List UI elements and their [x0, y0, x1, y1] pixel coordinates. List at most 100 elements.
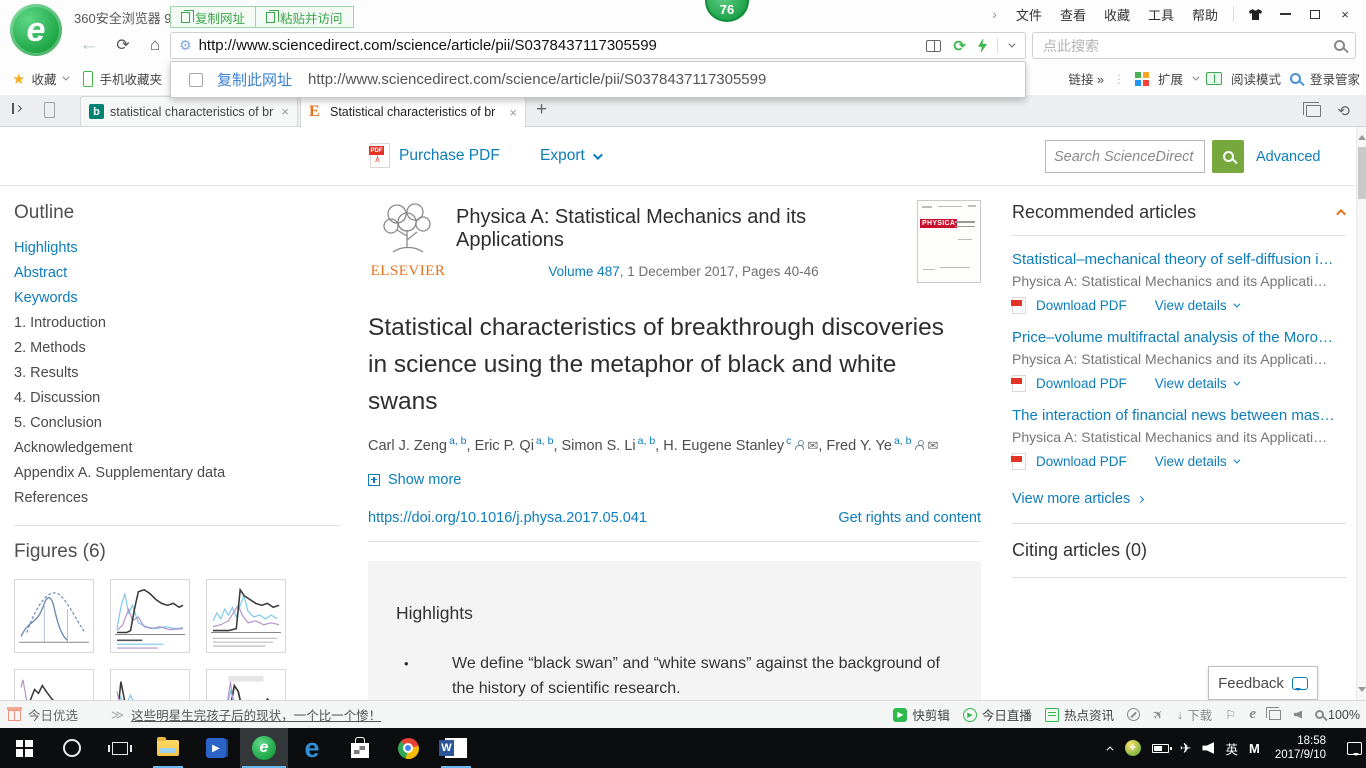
sidebar-expand-button[interactable] — [12, 103, 21, 114]
checkbox[interactable] — [189, 73, 203, 87]
author-profile-icon[interactable] — [795, 440, 804, 450]
new-tab-button[interactable]: + — [536, 99, 547, 121]
reading-mode-icon[interactable] — [1206, 72, 1222, 85]
mobile-page-icon[interactable] — [44, 102, 55, 118]
url-history-dropdown[interactable] — [1008, 43, 1013, 48]
view-details-link[interactable]: View details — [1155, 376, 1238, 391]
hidden-icons-chevron[interactable] — [1106, 746, 1113, 753]
reopen-closed-tab-button[interactable]: ⟲ — [1337, 102, 1350, 120]
elsevier-logo[interactable]: ELSEVIER — [368, 200, 448, 280]
boost-button[interactable]: ✈ — [1149, 705, 1168, 724]
download-pdf-link[interactable]: Download PDF — [1036, 376, 1127, 391]
sciencedirect-search-box[interactable] — [1045, 140, 1205, 173]
email-icon[interactable]: ✉ — [927, 438, 938, 453]
volume-link[interactable]: Volume 487 — [548, 264, 619, 279]
outline-item-keywords[interactable]: Keywords — [14, 290, 352, 306]
quick-cut-button[interactable]: ▶快剪辑 — [893, 705, 950, 724]
copy-url-button[interactable]: 复制网址 — [170, 6, 256, 28]
extensions-icon[interactable] — [1135, 72, 1149, 86]
recommended-article-link[interactable]: Statistical–mechanical theory of self-di… — [1012, 251, 1346, 268]
outline-item-acknowledgement[interactable]: Acknowledgement — [14, 440, 352, 456]
chrome-button[interactable] — [384, 728, 432, 768]
file-explorer-button[interactable] — [144, 728, 192, 768]
browser-logo[interactable]: e — [10, 4, 62, 56]
outline-item-methods[interactable]: 2. Methods — [14, 340, 352, 356]
view-details-link[interactable]: View details — [1155, 298, 1238, 313]
login-manager-icon[interactable] — [1290, 73, 1301, 84]
360-browser-button[interactable]: e — [240, 728, 288, 768]
download-pdf-link[interactable]: Download PDF — [1036, 298, 1127, 313]
taskbar-clock[interactable]: 18:58 2017/9/10 — [1275, 734, 1326, 762]
author-profile-icon[interactable] — [915, 440, 924, 450]
scrollbar-thumb[interactable] — [1358, 147, 1366, 199]
tab-sciencedirect-article[interactable]: E Statistical characteristics of br × — [300, 96, 526, 128]
author-1[interactable]: Carl J. Zenga, b, — [368, 438, 475, 454]
recommended-article-link[interactable]: Price–volume multifractal analysis of th… — [1012, 329, 1346, 346]
chevron-down-icon[interactable] — [1192, 74, 1199, 81]
figure-thumbnail-3[interactable] — [206, 579, 286, 653]
view-more-articles-link[interactable]: View more articles — [1012, 491, 1346, 507]
phone-icon[interactable] — [83, 71, 93, 87]
author-2[interactable]: Eric P. Qia, b, — [475, 438, 562, 454]
home-button[interactable]: ⌂ — [142, 33, 168, 57]
feedback-button[interactable]: Feedback — [1208, 666, 1318, 700]
favorites-button[interactable]: 收藏 — [31, 69, 56, 88]
tab-bing-search[interactable]: b statistical characteristics of br × — [80, 96, 298, 127]
advanced-search-link[interactable]: Advanced — [1256, 149, 1321, 165]
outline-item-conclusion[interactable]: 5. Conclusion — [14, 415, 352, 431]
recommended-article-link[interactable]: The interaction of financial news betwee… — [1012, 407, 1346, 424]
maximize-button[interactable] — [1300, 2, 1330, 26]
figure-thumbnail-2[interactable] — [110, 579, 190, 653]
word-button[interactable] — [432, 728, 480, 768]
author-3[interactable]: Simon S. Lia, b, — [562, 438, 664, 454]
ie-compat-button[interactable]: e — [1249, 706, 1256, 723]
show-more-button[interactable]: Show more — [368, 472, 981, 488]
suggested-url[interactable]: http://www.sciencedirect.com/science/art… — [308, 71, 1025, 88]
tab-close-icon[interactable]: × — [509, 105, 517, 120]
journal-title[interactable]: Physica A: Statistical Mechanics and its… — [456, 206, 911, 252]
figure-thumbnail-6[interactable] — [206, 669, 286, 700]
browser-search-box[interactable] — [1032, 32, 1356, 59]
outline-item-introduction[interactable]: 1. Introduction — [14, 315, 352, 331]
live-today-button[interactable]: ▶今日直播 — [963, 705, 1032, 724]
journal-cover-thumbnail[interactable]: PHYSICA — [917, 200, 981, 283]
extensions-button[interactable]: 扩展 — [1158, 69, 1183, 88]
download-button[interactable]: ↓下载 — [1177, 705, 1212, 724]
action-center-icon[interactable] — [1347, 742, 1362, 755]
page-scrollbar[interactable] — [1356, 127, 1366, 700]
author-5[interactable]: Fred Y. Yea, b✉ — [826, 438, 938, 454]
author-4[interactable]: H. Eugene Stanleyc✉, — [663, 438, 826, 454]
star-icon[interactable]: ★ — [12, 70, 25, 88]
tab-list-button[interactable] — [1306, 105, 1321, 117]
ime-mode-icon[interactable]: M — [1249, 741, 1260, 756]
edge-button[interactable]: e — [288, 728, 336, 768]
sciencedirect-search-input[interactable] — [1054, 149, 1196, 165]
page-zoom-button[interactable]: 100% — [1315, 708, 1360, 722]
task-view-button[interactable] — [96, 728, 144, 768]
export-button[interactable]: Export — [540, 147, 600, 165]
view-details-link[interactable]: View details — [1155, 454, 1238, 469]
figure-thumbnail-5[interactable] — [110, 669, 190, 700]
mute-button[interactable] — [1294, 711, 1302, 719]
movies-tv-button[interactable]: ▶ — [192, 728, 240, 768]
browser-search-input[interactable] — [1043, 38, 1334, 54]
figure-thumbnail-4[interactable] — [14, 669, 94, 700]
outline-item-references[interactable]: References — [14, 490, 352, 506]
close-button[interactable]: × — [1330, 2, 1360, 26]
download-pdf-link[interactable]: Download PDF — [1036, 454, 1127, 469]
chevron-down-icon[interactable] — [63, 74, 70, 81]
ime-language-indicator[interactable]: 英 — [1225, 739, 1238, 758]
mobile-favorites-button[interactable]: 手机收藏夹 — [99, 69, 162, 88]
volume-icon[interactable] — [1202, 742, 1214, 754]
paste-and-visit-button[interactable]: 粘贴并访问 — [256, 6, 354, 28]
outline-item-appendix[interactable]: Appendix A. Supplementary data — [14, 465, 352, 481]
menu-collapse-arrow[interactable]: › — [992, 6, 997, 22]
figure-thumbnail-1[interactable] — [14, 579, 94, 653]
menu-help[interactable]: 帮助 — [1183, 5, 1227, 24]
reading-mode-button[interactable]: 阅读模式 — [1231, 69, 1281, 88]
outline-item-abstract[interactable]: Abstract — [14, 265, 352, 281]
login-manager-button[interactable]: 登录管家 — [1310, 69, 1360, 88]
skin-theme-button[interactable] — [1240, 2, 1270, 26]
address-bar[interactable]: ⚙ ⟳ — [170, 32, 1026, 59]
battery-icon[interactable] — [1152, 744, 1169, 753]
